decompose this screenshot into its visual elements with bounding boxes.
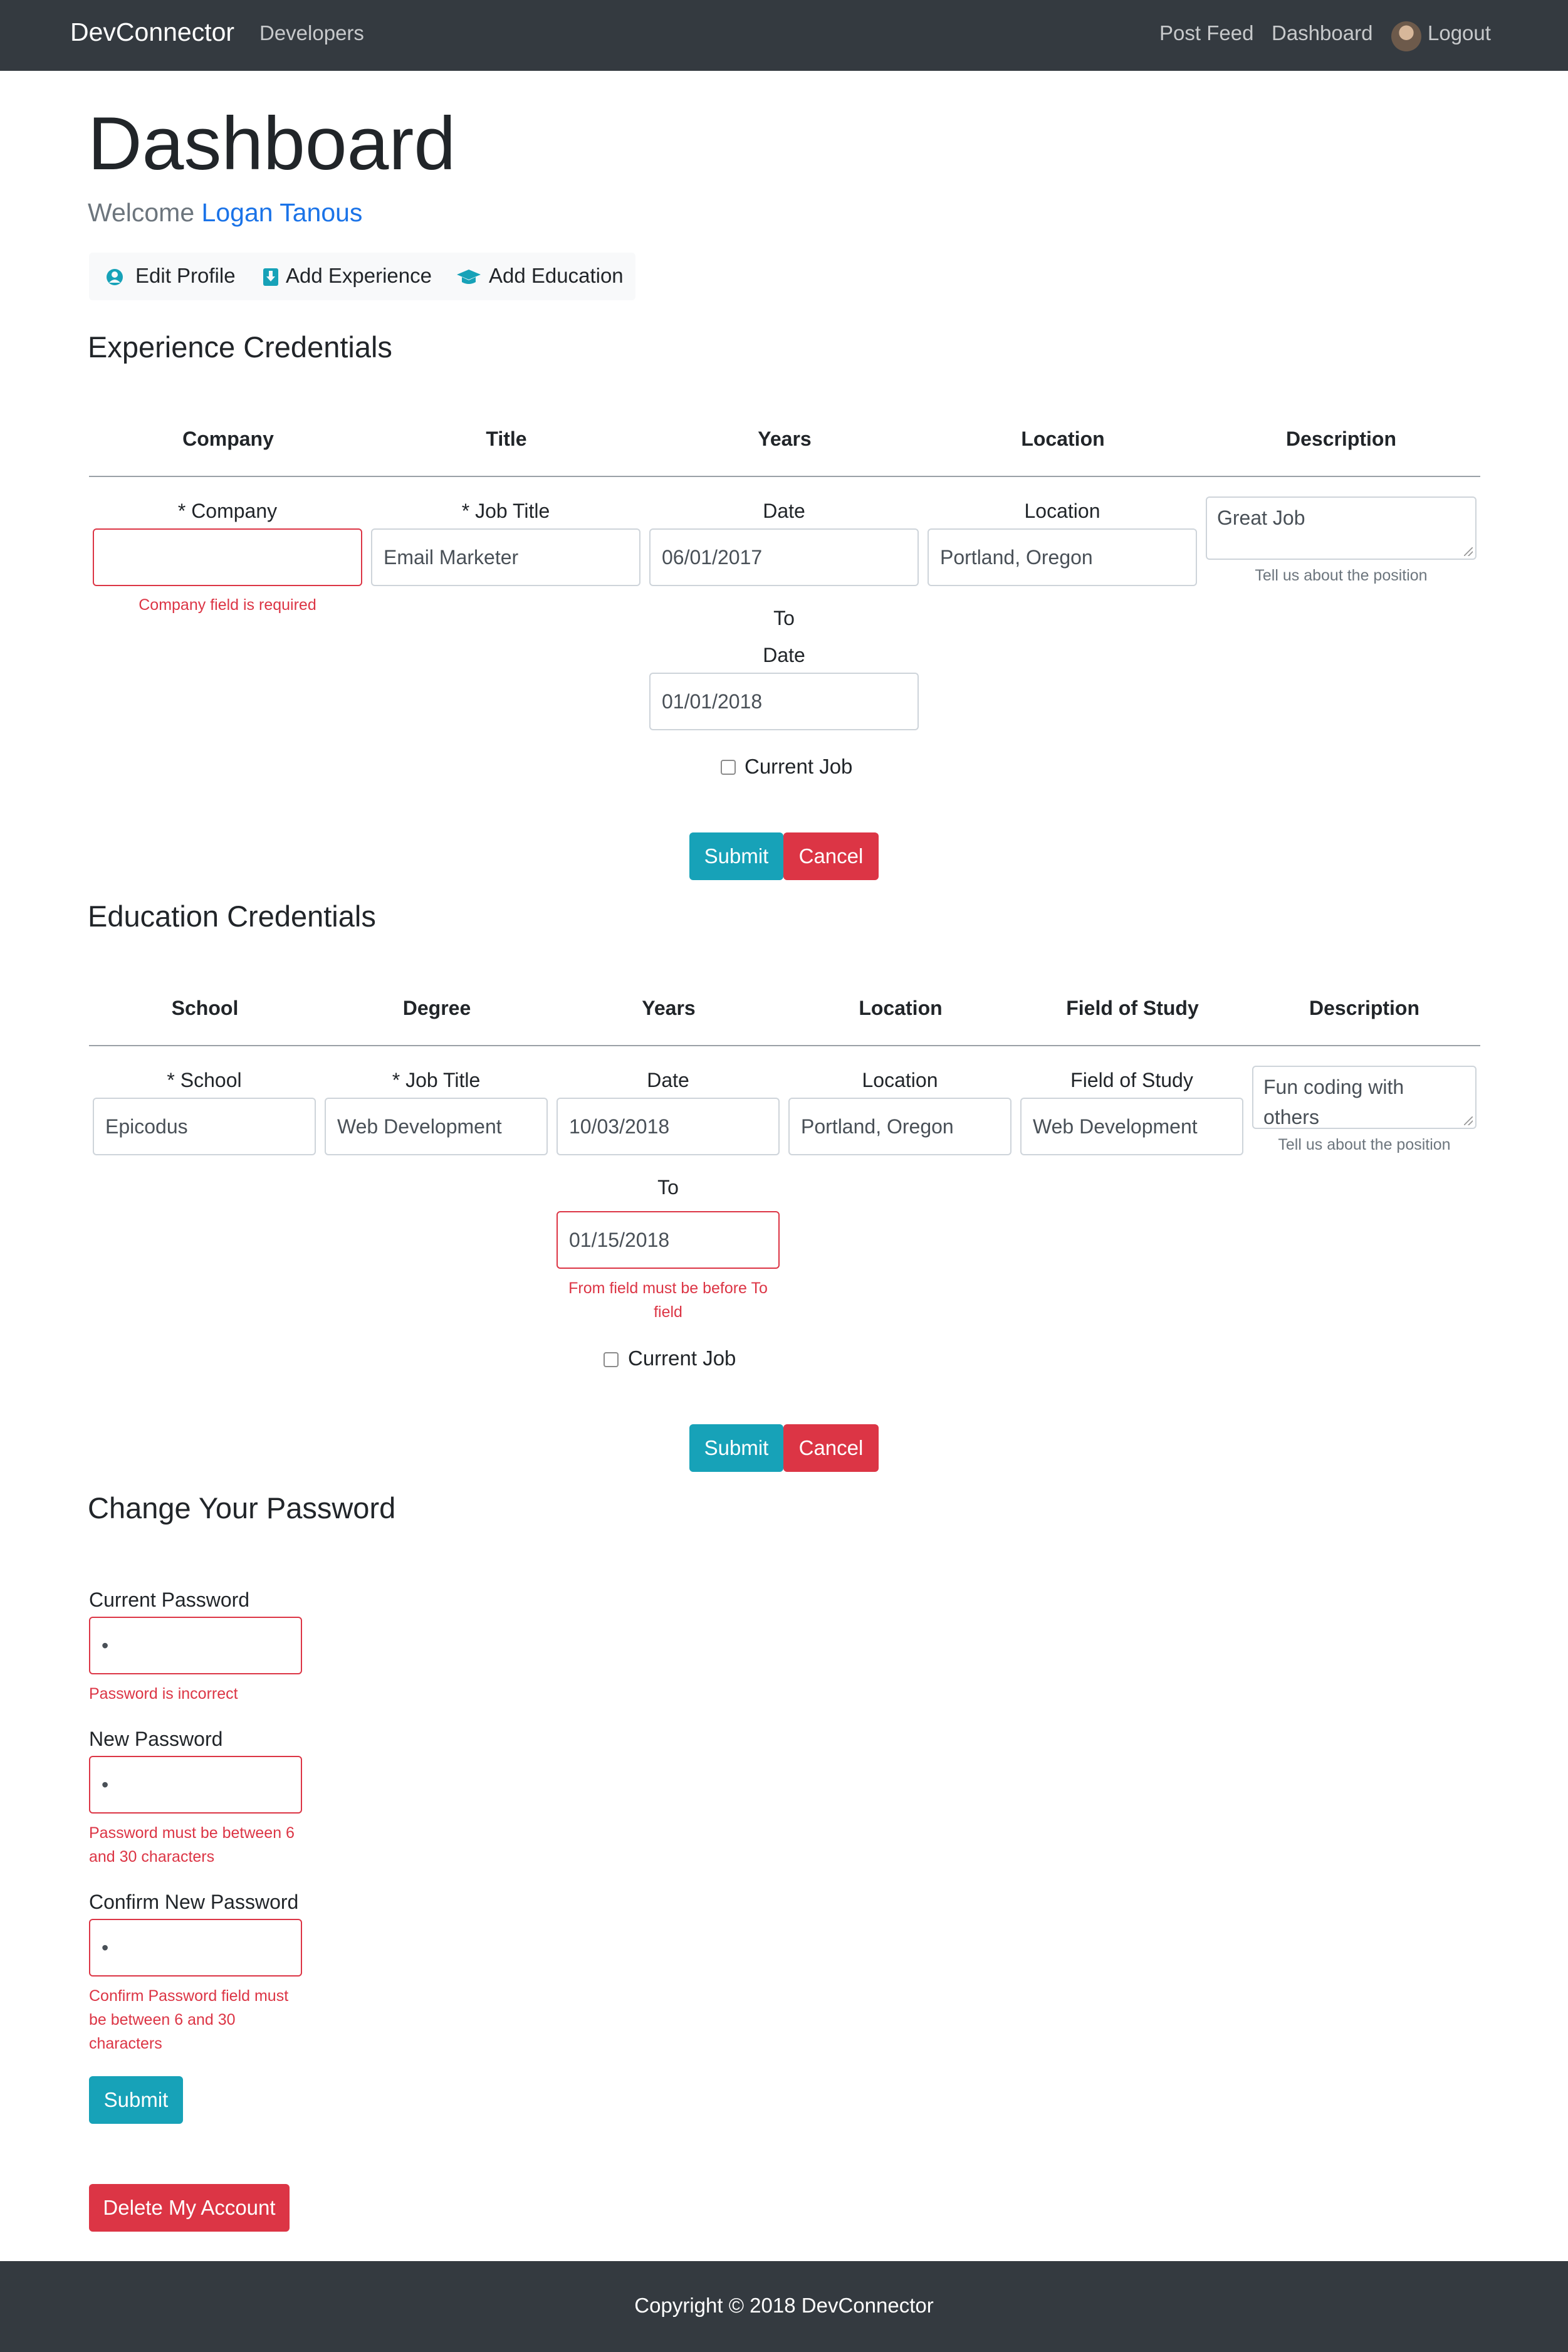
edu-from-date-input[interactable]: 10/03/2018: [557, 1098, 780, 1155]
exp-to-label: To: [773, 607, 795, 629]
current-password-input[interactable]: •: [89, 1617, 302, 1674]
exp-cancel-button[interactable]: Cancel: [783, 832, 879, 880]
welcome-text: Welcome Logan Tanous: [88, 198, 362, 228]
edu-col-description: Description: [1309, 997, 1420, 1019]
education-heading: Education Credentials: [88, 900, 376, 933]
new-password-error-line-1: Password must be between 6: [89, 1824, 295, 1842]
confirm-password-error: Confirm Password field must be between 6…: [89, 1984, 288, 2055]
exp-job-title-label: * Job Title: [461, 500, 550, 522]
edu-to-date-input[interactable]: 01/15/2018: [557, 1211, 780, 1269]
edu-location-label: Location: [862, 1069, 938, 1091]
exp-company-input[interactable]: [93, 528, 362, 586]
edu-table-divider: [89, 1045, 1480, 1046]
exp-company-label: * Company: [177, 500, 278, 522]
welcome-prefix: Welcome: [88, 198, 195, 227]
edu-to-label: To: [657, 1176, 679, 1199]
edu-date-error-line-2: field: [654, 1303, 682, 1321]
exp-location-label: Location: [1024, 500, 1100, 522]
exp-from-date-input[interactable]: 06/01/2017: [649, 528, 919, 586]
exp-job-title-input[interactable]: Email Marketer: [371, 528, 640, 586]
nav-logout-link[interactable]: Logout: [1428, 21, 1491, 45]
exp-col-title: Title: [486, 428, 527, 450]
nav-post-feed-link[interactable]: Post Feed: [1159, 21, 1253, 45]
current-password-error: Password is incorrect: [89, 1685, 238, 1703]
exp-submit-button[interactable]: Submit: [689, 832, 783, 880]
add-experience-button[interactable]: Add Experience: [286, 264, 432, 288]
avatar[interactable]: [1391, 21, 1421, 51]
exp-from-date-label: Date: [763, 500, 805, 522]
edu-current-job-checkbox[interactable]: [604, 1352, 619, 1367]
edu-col-school: School: [171, 997, 239, 1019]
brand-link[interactable]: DevConnector: [70, 18, 234, 47]
experience-heading: Experience Credentials: [88, 330, 392, 364]
nav-dashboard-link[interactable]: Dashboard: [1272, 21, 1372, 45]
exp-col-description: Description: [1285, 428, 1397, 450]
exp-col-company: Company: [182, 428, 274, 450]
confirm-password-input[interactable]: •: [89, 1919, 302, 1977]
password-heading: Change Your Password: [88, 1491, 396, 1525]
exp-description-textarea[interactable]: Great Job: [1206, 496, 1477, 560]
new-password-label: New Password: [89, 1728, 223, 1750]
edu-description-line-2: others: [1263, 1106, 1319, 1128]
current-password-label: Current Password: [89, 1588, 250, 1611]
edu-submit-button[interactable]: Submit: [689, 1424, 783, 1472]
confirm-password-error-line-1: Confirm Password field must: [89, 1987, 289, 2005]
new-password-value: •: [102, 1773, 109, 1796]
confirm-password-label: Confirm New Password: [89, 1891, 299, 1913]
confirm-password-value: •: [102, 1936, 109, 1959]
edu-cancel-button[interactable]: Cancel: [783, 1424, 879, 1472]
navbar: DevConnector Developers Post Feed Dashbo…: [0, 0, 1568, 71]
password-submit-button[interactable]: Submit: [89, 2076, 183, 2124]
exp-col-years: Years: [758, 428, 812, 450]
exp-col-location: Location: [1021, 428, 1105, 450]
footer-copyright: Copyright © 2018 DevConnector: [634, 2294, 934, 2317]
edu-description-line-1: Fun coding with: [1263, 1076, 1404, 1098]
page-title: Dashboard: [88, 102, 456, 186]
edu-date-error-line-1: From field must be before To: [568, 1279, 768, 1297]
exp-table-divider: [89, 476, 1480, 477]
exp-current-job-label: Current Job: [745, 755, 853, 778]
edu-degree-label: * Job Title: [392, 1069, 481, 1091]
new-password-error-line-2: and 30 characters: [89, 1848, 215, 1866]
exp-description-help: Tell us about the position: [1255, 567, 1428, 584]
graduation-cap-icon: [457, 270, 481, 284]
edu-current-job-label: Current Job: [628, 1347, 736, 1370]
new-password-input[interactable]: •: [89, 1756, 302, 1814]
edu-location-input[interactable]: Portland, Oregon: [788, 1098, 1011, 1155]
edu-col-degree: Degree: [402, 997, 471, 1019]
edu-field-of-study-label: Field of Study: [1070, 1069, 1193, 1091]
new-password-error: Password must be between 6 and 30 charac…: [89, 1821, 295, 1869]
edu-from-date-label: Date: [647, 1069, 689, 1091]
edu-col-field-of-study: Field of Study: [1066, 997, 1199, 1019]
user-circle-icon: [107, 269, 123, 285]
edu-col-years: Years: [642, 997, 696, 1019]
exp-location-input[interactable]: Portland, Oregon: [928, 528, 1197, 586]
user-tie-icon: [263, 268, 278, 286]
exp-company-error: Company field is required: [139, 596, 316, 614]
edu-degree-input[interactable]: Web Development: [325, 1098, 548, 1155]
edu-col-location: Location: [859, 997, 943, 1019]
edu-school-label: * School: [167, 1069, 242, 1091]
edu-description-textarea[interactable]: Fun coding with others: [1252, 1066, 1477, 1129]
confirm-password-error-line-3: characters: [89, 2035, 162, 2052]
edu-field-of-study-input[interactable]: Web Development: [1020, 1098, 1243, 1155]
confirm-password-error-line-2: be between 6 and 30: [89, 2011, 236, 2029]
dashboard-actions: Edit Profile Add Experience Add Educatio…: [89, 253, 635, 300]
delete-account-button[interactable]: Delete My Account: [89, 2184, 290, 2232]
exp-to-date-label: Date: [763, 644, 805, 666]
edit-profile-button[interactable]: Edit Profile: [135, 264, 236, 288]
current-password-value: •: [102, 1634, 109, 1657]
exp-current-job-checkbox[interactable]: [721, 760, 736, 775]
user-profile-link[interactable]: Logan Tanous: [202, 198, 363, 227]
edu-date-error: From field must be before To field: [557, 1276, 780, 1324]
edu-description-help: Tell us about the position: [1278, 1136, 1451, 1153]
footer: Copyright © 2018 DevConnector: [0, 2261, 1568, 2352]
edu-school-input[interactable]: Epicodus: [93, 1098, 316, 1155]
nav-developers-link[interactable]: Developers: [259, 21, 364, 45]
exp-to-date-input[interactable]: 01/01/2018: [649, 673, 919, 730]
add-education-button[interactable]: Add Education: [489, 264, 624, 288]
